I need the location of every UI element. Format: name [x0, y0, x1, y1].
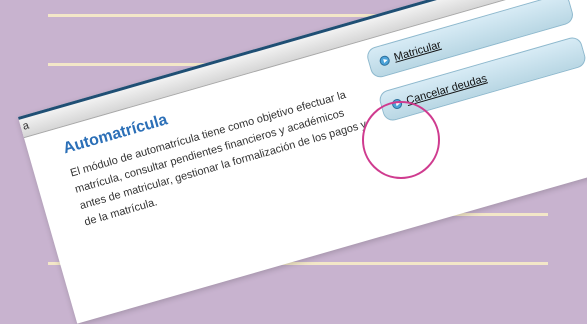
- automatricula-panel: a Automatrícula El módulo de automatrícu…: [18, 0, 587, 324]
- panel-tab-label: a: [21, 119, 31, 133]
- highlight-circle: [362, 101, 440, 179]
- play-circle-icon: [378, 54, 391, 67]
- cancelar-deudas-link[interactable]: Cancelar deudas: [405, 72, 488, 106]
- matricular-link[interactable]: Matricular: [393, 38, 443, 63]
